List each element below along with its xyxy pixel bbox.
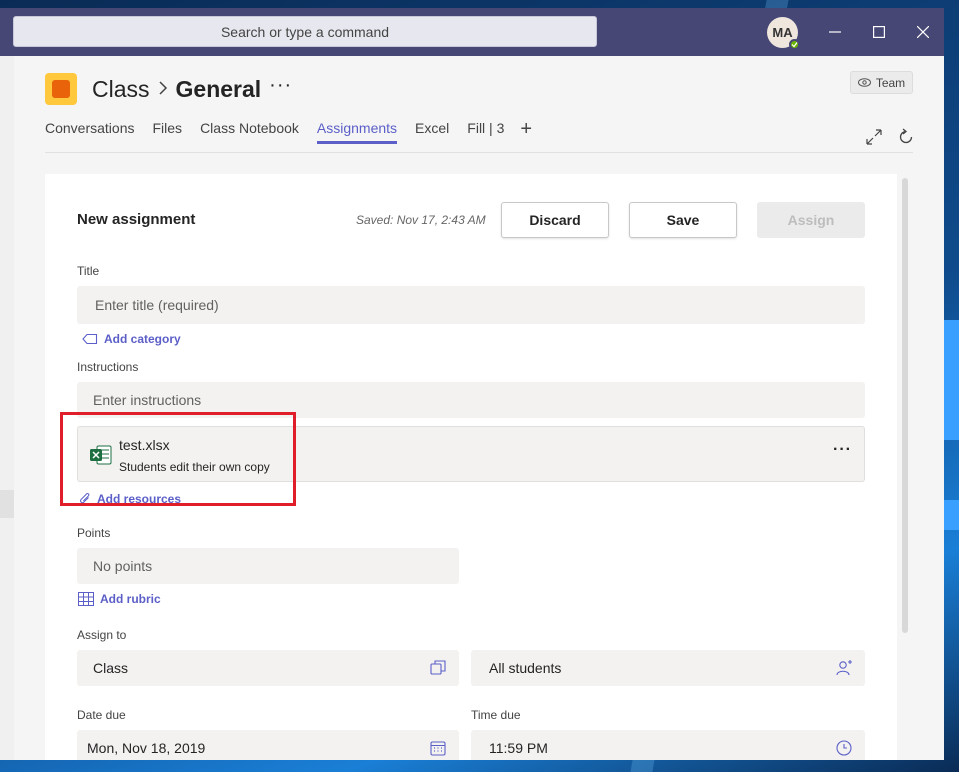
- add-person-icon: [836, 660, 852, 676]
- title-input[interactable]: Enter title (required): [77, 286, 865, 324]
- grid-icon: [78, 592, 94, 606]
- class-selector-value: Class: [93, 660, 129, 676]
- add-resources-label: Add resources: [97, 492, 182, 506]
- team-logo: [45, 73, 77, 105]
- time-due-label: Time due: [471, 708, 521, 722]
- students-selector[interactable]: All students: [471, 650, 865, 686]
- left-rail: [0, 56, 15, 760]
- attachment-item[interactable]: test.xlsx Students edit their own copy ·…: [77, 426, 865, 482]
- discard-button[interactable]: Discard: [501, 202, 609, 238]
- points-value: No points: [93, 558, 153, 574]
- instructions-placeholder: Enter instructions: [93, 392, 202, 408]
- time-due-value: 11:59 PM: [489, 740, 548, 756]
- attachment-more-options[interactable]: ···: [833, 441, 852, 459]
- tag-icon: [82, 333, 98, 345]
- close-icon: [917, 26, 929, 38]
- breadcrumb: Class General ···: [92, 73, 292, 105]
- tab-divider: [45, 152, 913, 153]
- channel-tabs: Conversations Files Class Notebook Assig…: [45, 119, 532, 144]
- title-bar: Search or type a command MA: [0, 8, 944, 56]
- paperclip-icon: [80, 493, 90, 504]
- desktop-highlight: [944, 500, 959, 530]
- date-due-value: Mon, Nov 18, 2019: [87, 740, 206, 756]
- date-due-label: Date due: [77, 708, 126, 722]
- tab-fill[interactable]: Fill | 3: [467, 120, 504, 142]
- channel-content: Class General ··· Team Conversations Fil…: [14, 56, 944, 760]
- attachment-subtitle: Students edit their own copy: [119, 460, 270, 474]
- add-rubric-label: Add rubric: [100, 592, 161, 606]
- tab-class-notebook[interactable]: Class Notebook: [200, 120, 299, 142]
- assignment-form: New assignment Saved: Nov 17, 2:43 AM Di…: [45, 174, 897, 760]
- desktop-highlight: [944, 320, 959, 440]
- title-label: Title: [77, 264, 100, 278]
- instructions-input[interactable]: Enter instructions: [77, 382, 865, 418]
- chevron-right-icon: [158, 79, 168, 100]
- tab-assignments[interactable]: Assignments: [316, 120, 398, 144]
- search-placeholder: Search or type a command: [220, 23, 390, 40]
- tab-conversations[interactable]: Conversations: [45, 120, 135, 142]
- search-box[interactable]: Search or type a command: [13, 16, 597, 47]
- clock-icon: [836, 740, 852, 756]
- teams-window: Search or type a command MA Class Genera…: [0, 8, 944, 760]
- eye-icon: [857, 78, 871, 87]
- minimize-button[interactable]: [823, 20, 847, 44]
- tab-excel[interactable]: Excel: [415, 120, 449, 142]
- refresh-icon[interactable]: [897, 128, 915, 146]
- attachment-filename: test.xlsx: [119, 437, 170, 453]
- channel-more-options[interactable]: ···: [269, 74, 292, 97]
- maximize-button[interactable]: [867, 20, 891, 44]
- saved-status: Saved: Nov 17, 2:43 AM: [356, 213, 486, 227]
- close-button[interactable]: [911, 20, 935, 44]
- time-due-picker[interactable]: 11:59 PM: [471, 730, 865, 760]
- points-input[interactable]: No points: [77, 548, 459, 584]
- points-label: Points: [77, 526, 111, 540]
- team-button[interactable]: Team: [850, 71, 913, 94]
- class-selector[interactable]: Class: [77, 650, 459, 686]
- form-heading: New assignment: [77, 211, 196, 228]
- scrollbar-thumb[interactable]: [902, 178, 908, 633]
- open-window-icon: [430, 660, 446, 675]
- avatar[interactable]: MA: [767, 17, 800, 50]
- date-due-picker[interactable]: Mon, Nov 18, 2019: [77, 730, 459, 760]
- left-rail-selected-item[interactable]: [0, 490, 14, 518]
- team-button-label: Team: [875, 75, 906, 90]
- instructions-label: Instructions: [77, 360, 139, 374]
- add-category-link[interactable]: Add category: [82, 332, 181, 346]
- title-placeholder: Enter title (required): [95, 297, 219, 313]
- add-resources-link[interactable]: Add resources: [79, 492, 181, 506]
- channel-name: General: [175, 75, 262, 102]
- save-button[interactable]: Save: [629, 202, 737, 238]
- expand-icon[interactable]: [865, 128, 883, 146]
- excel-file-icon: [90, 445, 112, 465]
- add-category-label: Add category: [104, 332, 181, 346]
- minimize-icon: [829, 31, 841, 33]
- add-tab-button[interactable]: +: [520, 119, 532, 139]
- maximize-icon: [873, 26, 885, 38]
- assign-button[interactable]: Assign: [757, 202, 865, 238]
- avatar-initials: MA: [772, 25, 793, 40]
- add-rubric-link[interactable]: Add rubric: [78, 592, 161, 606]
- calendar-icon: [430, 741, 446, 756]
- team-name[interactable]: Class: [92, 76, 150, 103]
- students-selector-value: All students: [489, 660, 562, 676]
- presence-available-icon: [789, 39, 800, 50]
- tab-files[interactable]: Files: [153, 120, 183, 142]
- assign-to-label: Assign to: [77, 628, 127, 642]
